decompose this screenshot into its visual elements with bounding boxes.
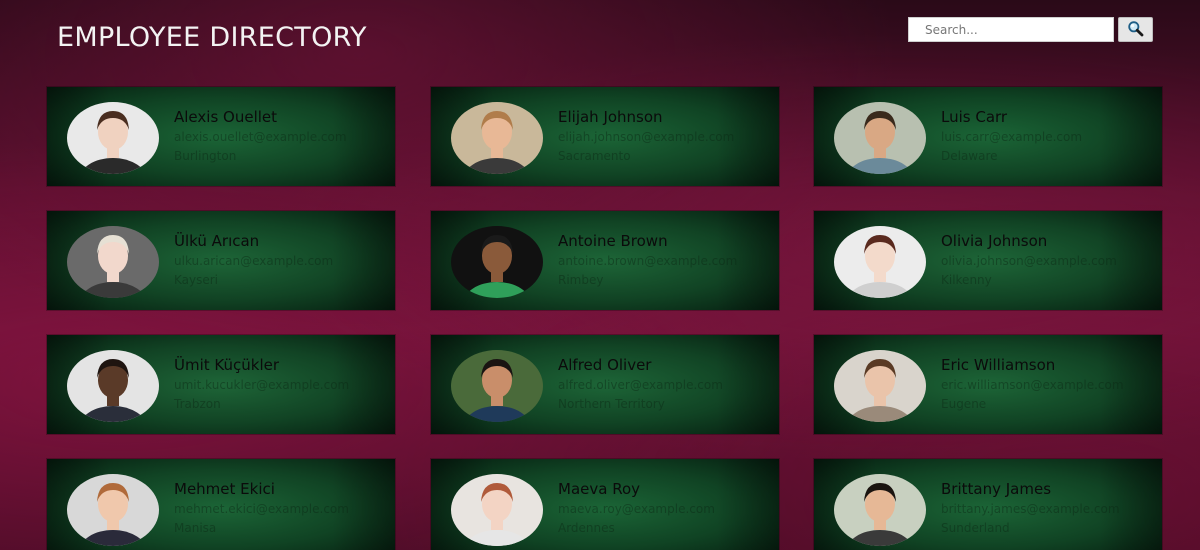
search-icon (1127, 20, 1144, 40)
employee-location: Kayseri (174, 273, 219, 287)
employee-name: Mehmet Ekici (174, 480, 275, 498)
employee-name: Olivia Johnson (941, 232, 1048, 250)
employee-card[interactable]: Antoine Brown antoine.brown@example.com Ri… (431, 211, 779, 310)
employee-email: eric.williamson@example.com (941, 378, 1124, 392)
employee-card[interactable]: Ümit Küçükler umit.kucukler@example.com Tr… (47, 335, 395, 434)
employee-email: umit.kucukler@example.com (174, 378, 350, 392)
employee-name: Eric Williamson (941, 356, 1056, 374)
employee-avatar (67, 102, 159, 174)
employee-card[interactable]: Brittany James brittany.james@example.com… (814, 459, 1162, 550)
employee-email: ulku.arican@example.com (174, 254, 334, 268)
employee-location: Rimbey (558, 273, 604, 287)
employee-avatar (451, 226, 543, 298)
employee-avatar (834, 102, 926, 174)
employee-name: Ülkü Arıcan (174, 232, 260, 250)
employee-email: alexis.ouellet@example.com (174, 130, 347, 144)
employee-name: Brittany James (941, 480, 1052, 498)
employee-email: elijah.johnson@example.com (558, 130, 735, 144)
employee-avatar (451, 102, 543, 174)
employee-name: Alfred Oliver (558, 356, 652, 374)
employee-card[interactable]: Elijah Johnson elijah.johnson@example.com… (431, 87, 779, 186)
employee-card[interactable]: Maeva Roy maeva.roy@example.com Ardennes (431, 459, 779, 550)
employee-avatar (451, 350, 543, 422)
employee-avatar (834, 474, 926, 546)
employee-card[interactable]: Luis Carr luis.carr@example.com Delaware (814, 87, 1162, 186)
employee-email: alfred.oliver@example.com (558, 378, 723, 392)
employee-name: Elijah Johnson (558, 108, 663, 126)
search-button[interactable] (1118, 17, 1153, 42)
employee-location: Eugene (941, 397, 987, 411)
employee-name: Alexis Ouellet (174, 108, 278, 126)
employee-location: Trabzon (174, 397, 221, 411)
employee-avatar (451, 474, 543, 546)
employee-card[interactable]: Alexis Ouellet alexis.ouellet@example.com… (47, 87, 395, 186)
page-header: EMPLOYEE DIRECTORY (0, 0, 1200, 80)
employee-name: Maeva Roy (558, 480, 641, 498)
employee-location: Manisa (174, 521, 217, 535)
employee-location: Northern Territory (558, 397, 665, 411)
employee-email: brittany.james@example.com (941, 502, 1120, 516)
employee-card[interactable]: Alfred Oliver alfred.oliver@example.com No… (431, 335, 779, 434)
employee-location: Sacramento (558, 149, 631, 163)
employee-avatar (67, 350, 159, 422)
employee-avatar (67, 474, 159, 546)
page-title: EMPLOYEE DIRECTORY (57, 22, 367, 53)
employee-email: mehmet.ekici@example.com (174, 502, 349, 516)
employee-location: Burlington (174, 149, 237, 163)
employee-location: Delaware (941, 149, 998, 163)
employee-email: maeva.roy@example.com (558, 502, 715, 516)
employee-card[interactable]: Olivia Johnson olivia.johnson@example.com… (814, 211, 1162, 310)
employee-location: Kilkenny (941, 273, 992, 287)
employee-card[interactable]: Ülkü Arıcan ulku.arican@example.com Kayser… (47, 211, 395, 310)
employee-name: Antoine Brown (558, 232, 668, 250)
employee-location: Ardennes (558, 521, 615, 535)
employee-name: Ümit Küçükler (174, 356, 280, 374)
employee-avatar (834, 350, 926, 422)
employee-name: Luis Carr (941, 108, 1008, 126)
employee-email: luis.carr@example.com (941, 130, 1083, 144)
employee-location: Sunderland (941, 521, 1010, 535)
employee-avatar (834, 226, 926, 298)
employee-avatar (67, 226, 159, 298)
employee-email: antoine.brown@example.com (558, 254, 738, 268)
search-input[interactable] (908, 17, 1114, 42)
employee-card[interactable]: Mehmet Ekici mehmet.ekici@example.com Mani… (47, 459, 395, 550)
employee-card[interactable]: Eric Williamson eric.williamson@example.c… (814, 335, 1162, 434)
employee-email: olivia.johnson@example.com (941, 254, 1117, 268)
